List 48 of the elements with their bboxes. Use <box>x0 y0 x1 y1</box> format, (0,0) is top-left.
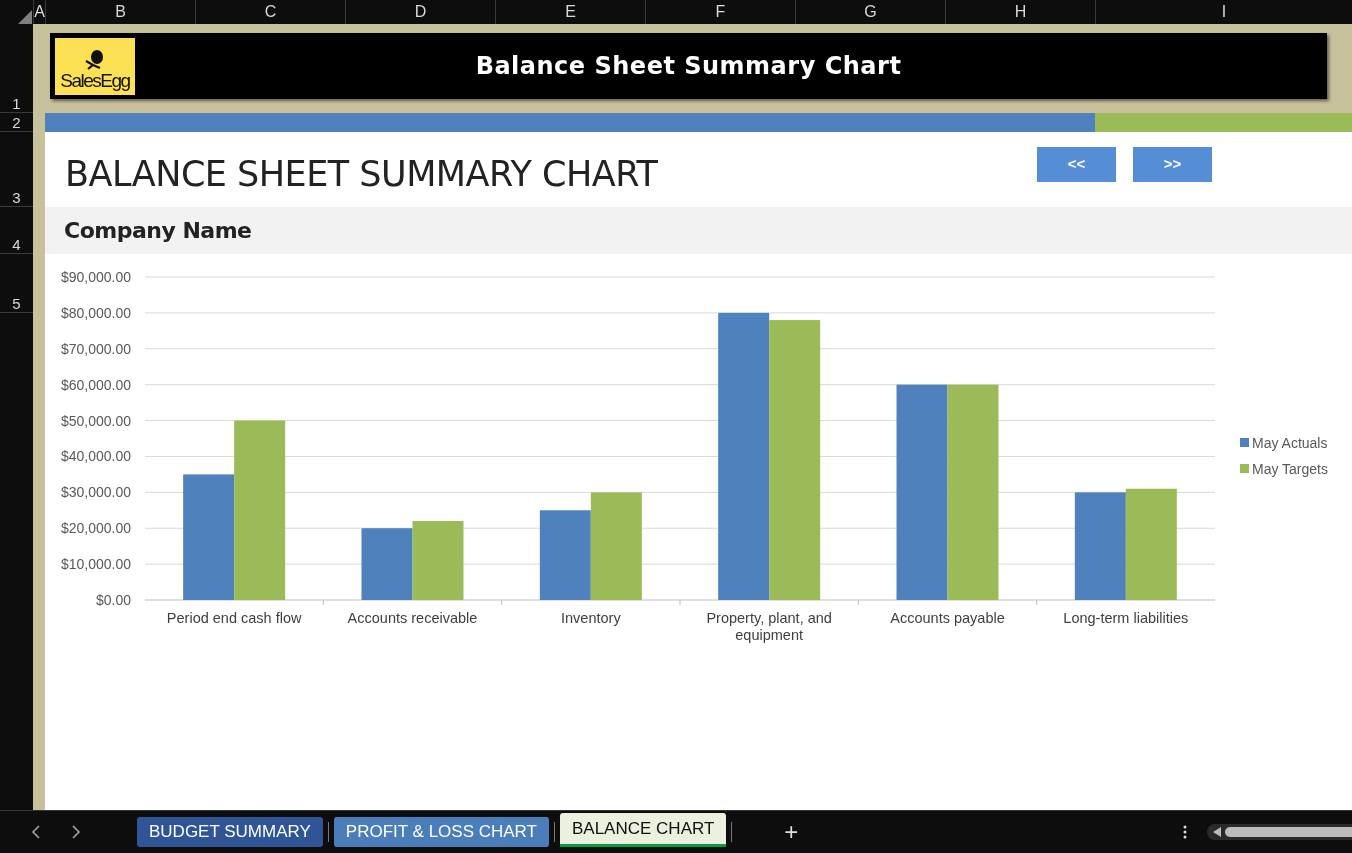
logo-text: SalesEgg <box>60 70 130 91</box>
category-label: Period end cash flow <box>166 610 302 626</box>
y-axis-label: $0.00 <box>95 592 131 608</box>
company-name: Company Name <box>64 217 252 245</box>
y-axis-label: $60,000.00 <box>60 376 131 393</box>
y-axis-label: $40,000.00 <box>60 448 131 465</box>
column-header[interactable]: C <box>264 0 277 24</box>
egg-icon <box>84 48 106 71</box>
category-label: Long-term liabilities <box>1063 610 1189 626</box>
column-header[interactable]: F <box>715 0 726 24</box>
category-label: Property, plant, and equipment <box>706 610 832 643</box>
y-axis-label: $20,000.00 <box>60 520 131 537</box>
legend-entry: May Targets <box>1240 461 1328 477</box>
y-axis-label: $10,000.00 <box>60 556 131 573</box>
previous-sheet-icon[interactable] <box>31 825 41 839</box>
row-header[interactable]: 3 <box>12 189 21 206</box>
row-header[interactable]: 4 <box>12 236 21 253</box>
next-sheet-icon[interactable] <box>71 825 81 839</box>
page-heading: BALANCE SHEET SUMMARY CHART <box>65 153 659 196</box>
scrollbar-thumb[interactable] <box>1225 827 1352 837</box>
y-axis-label: $80,000.00 <box>60 304 131 321</box>
category-label: Accounts payable <box>890 610 1005 626</box>
y-axis-label: $30,000.00 <box>60 484 131 501</box>
legend-entry: May Actuals <box>1240 435 1328 451</box>
banner-title: Balance Sheet Summary Chart <box>474 51 903 82</box>
sheet-tab[interactable]: PROFIT & LOSS CHART <box>333 817 549 847</box>
sheet-tab[interactable]: BUDGET SUMMARY <box>137 817 323 847</box>
column-header[interactable]: D <box>414 0 427 24</box>
column-header[interactable]: E <box>565 0 576 24</box>
column-header[interactable]: B <box>115 0 126 24</box>
column-header[interactable]: A <box>34 0 45 24</box>
column-header[interactable]: I <box>1221 0 1227 24</box>
category-label: Accounts receivable <box>347 610 478 626</box>
column-header[interactable]: H <box>1014 0 1027 24</box>
row-header[interactable]: 5 <box>12 295 21 312</box>
row-header[interactable]: 1 <box>12 95 21 112</box>
sheet-tab[interactable]: BALANCE CHART <box>560 813 727 847</box>
scroll-left-icon[interactable] <box>1213 827 1222 837</box>
y-axis-label: $70,000.00 <box>60 340 131 357</box>
y-axis-label: $50,000.00 <box>60 412 131 429</box>
column-header[interactable]: G <box>864 0 877 24</box>
category-label: Inventory <box>561 610 621 626</box>
row-header[interactable]: 2 <box>12 114 21 131</box>
y-axis-label: $90,000.00 <box>60 269 131 285</box>
horizontal-scrollbar[interactable] <box>1207 824 1352 840</box>
more-options-icon[interactable] <box>1183 825 1188 839</box>
bar <box>361 528 413 600</box>
add-sheet-button[interactable]: + <box>782 820 801 844</box>
